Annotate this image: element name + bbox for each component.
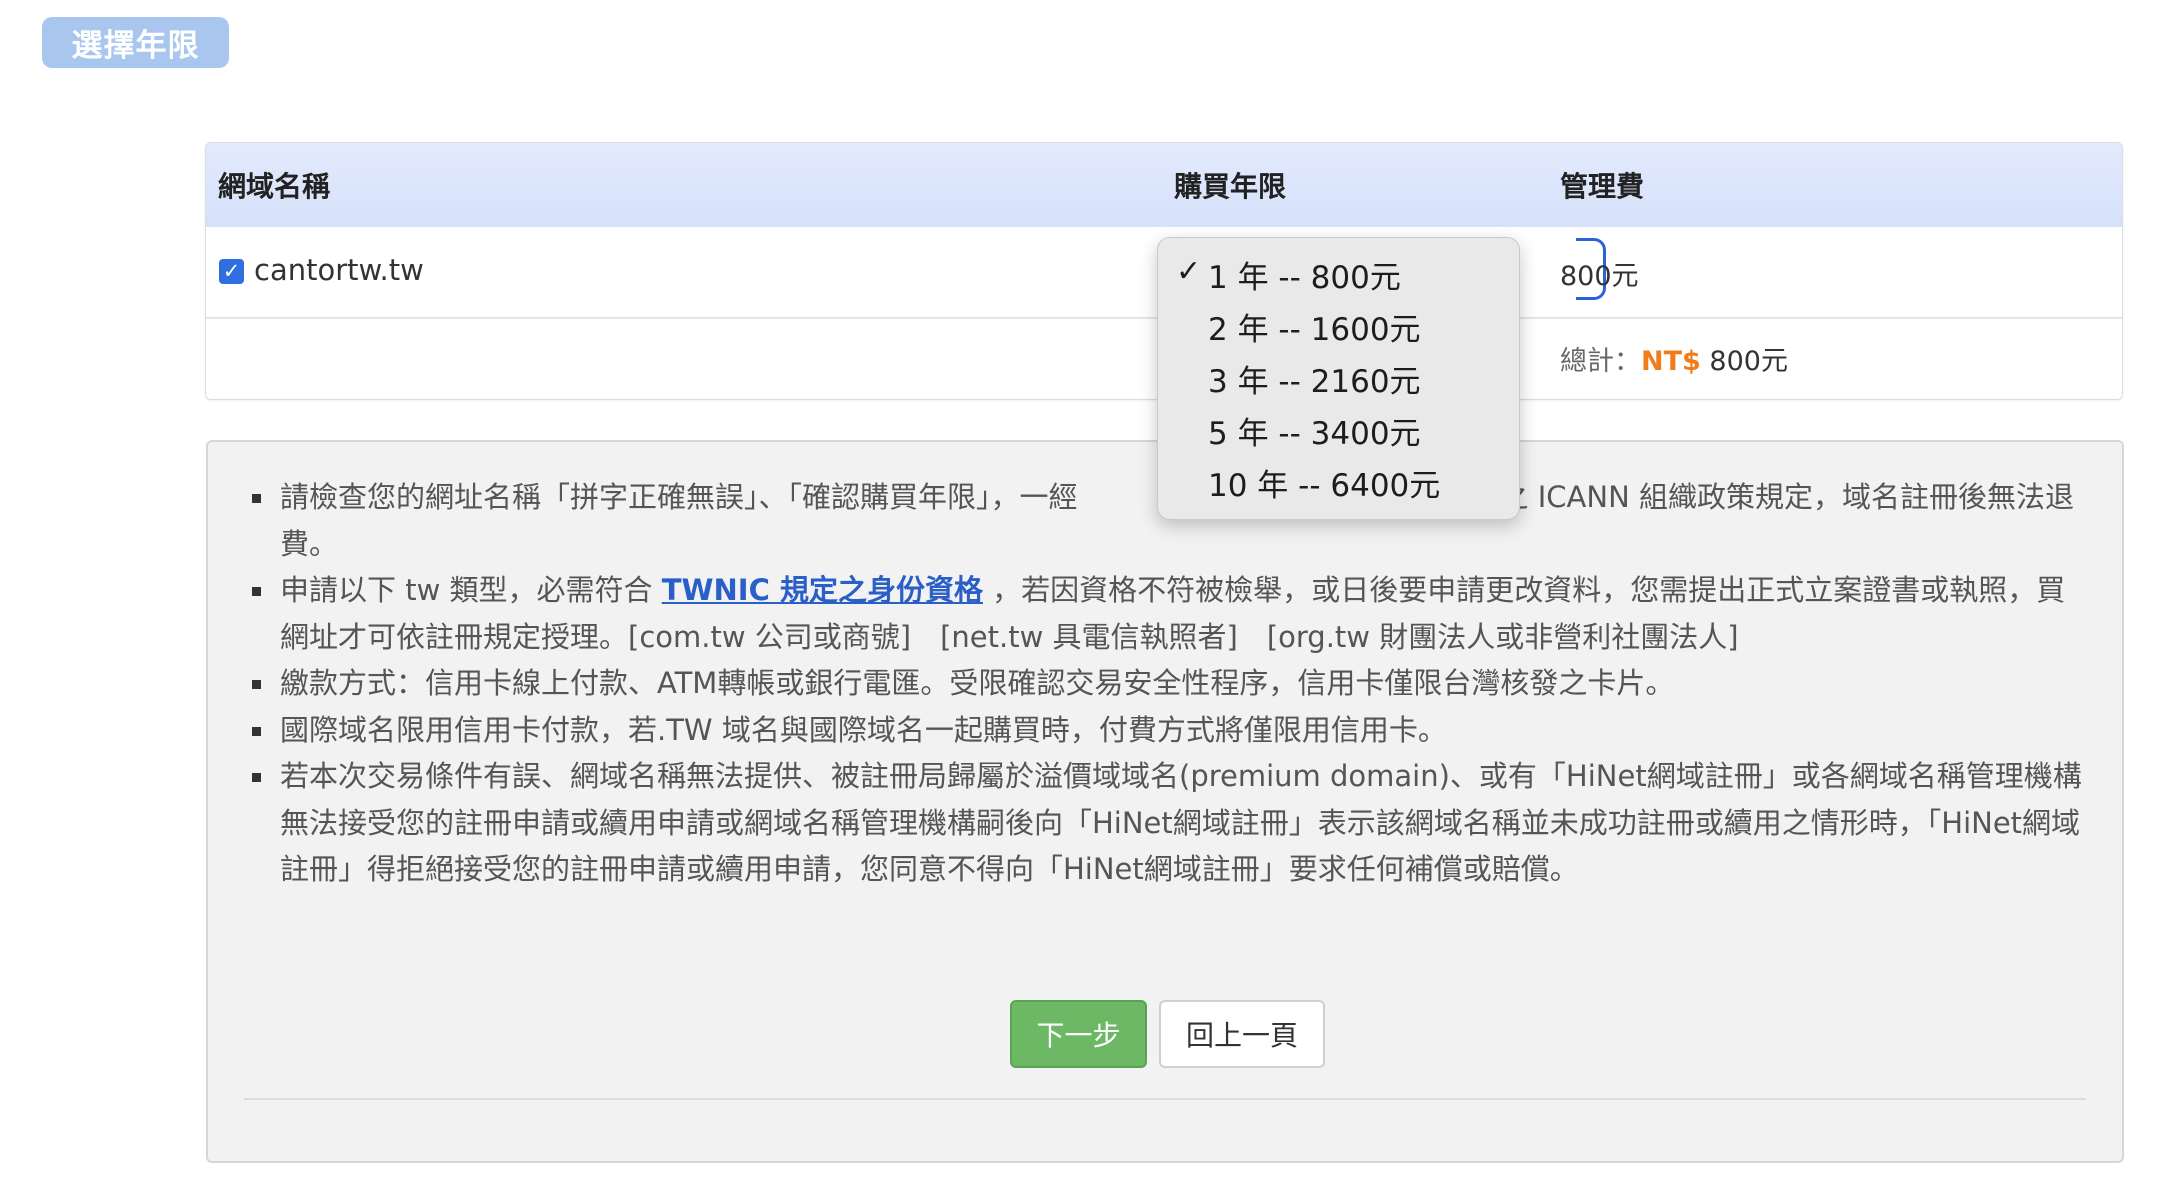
dropdown-option[interactable]: 5 年 -- 3400元 — [1208, 408, 1421, 453]
total-currency: NT$ — [1641, 346, 1701, 377]
back-button[interactable]: 回上一頁 — [1159, 1000, 1325, 1068]
step-badge: 選擇年限 — [42, 17, 229, 68]
dropdown-option[interactable]: 3 年 -- 2160元 — [1208, 356, 1421, 401]
total-label: 總計： — [1560, 346, 1641, 377]
notice-list: 請檢查您的網址名稱「拼字正確無誤」、「確認購買年限」，一經 域名之 ICANN 組… — [243, 474, 2083, 893]
notice-panel: 請檢查您的網址名稱「拼字正確無誤」、「確認購買年限」，一經 域名之 ICANN 組… — [206, 440, 2124, 1163]
notice-item: 繳款方式：信用卡線上付款、ATM轉帳或銀行電匯。受限確認交易安全性程序，信用卡僅… — [243, 660, 2083, 707]
dropdown-option[interactable]: 10 年 -- 6400元 — [1208, 460, 1440, 505]
domain-checkbox[interactable]: ✓ — [219, 259, 244, 284]
header-domain: 網域名稱 — [218, 170, 331, 203]
fee-value: 800元 — [1560, 261, 1639, 292]
twnic-qualification-link[interactable]: TWNIC 規定之身份資格 — [662, 573, 983, 607]
domain-name: cantortw.tw — [254, 253, 424, 287]
notice-text: 請檢查您的網址名稱「拼字正確無誤」、「確認購買年限」，一經 — [280, 480, 1078, 514]
notice-item: 申請以下 tw 類型，必需符合 TWNIC 規定之身份資格 ，若因資格不符被檢舉… — [243, 567, 2083, 660]
header-fee: 管理費 — [1560, 170, 1645, 203]
table-header: 網域名稱 購買年限 管理費 — [206, 143, 2122, 227]
notice-item: 國際域名限用信用卡付款，若.TW 域名與國際域名一起購買時，付費方式將僅限用信用… — [243, 707, 2083, 754]
dropdown-option[interactable]: 1 年 -- 800元 — [1208, 252, 1401, 297]
years-dropdown-menu[interactable]: ✓ 1 年 -- 800元 2 年 -- 1600元 3 年 -- 2160元 … — [1157, 237, 1520, 520]
notice-text: 申請以下 tw 類型，必需符合 — [280, 573, 662, 607]
next-button[interactable]: 下一步 — [1010, 1000, 1147, 1068]
notice-item: 若本次交易條件有誤、網域名稱無法提供、被註冊局歸屬於溢價域域名(premium … — [243, 753, 2083, 893]
checkmark-icon: ✓ — [1176, 254, 1202, 289]
total-amount: 800元 — [1709, 346, 1788, 377]
dropdown-option[interactable]: 2 年 -- 1600元 — [1208, 304, 1421, 349]
header-years: 購買年限 — [1174, 170, 1287, 203]
total-summary: 總計：NT$ 800元 — [1560, 339, 1788, 378]
divider — [244, 1098, 2086, 1100]
